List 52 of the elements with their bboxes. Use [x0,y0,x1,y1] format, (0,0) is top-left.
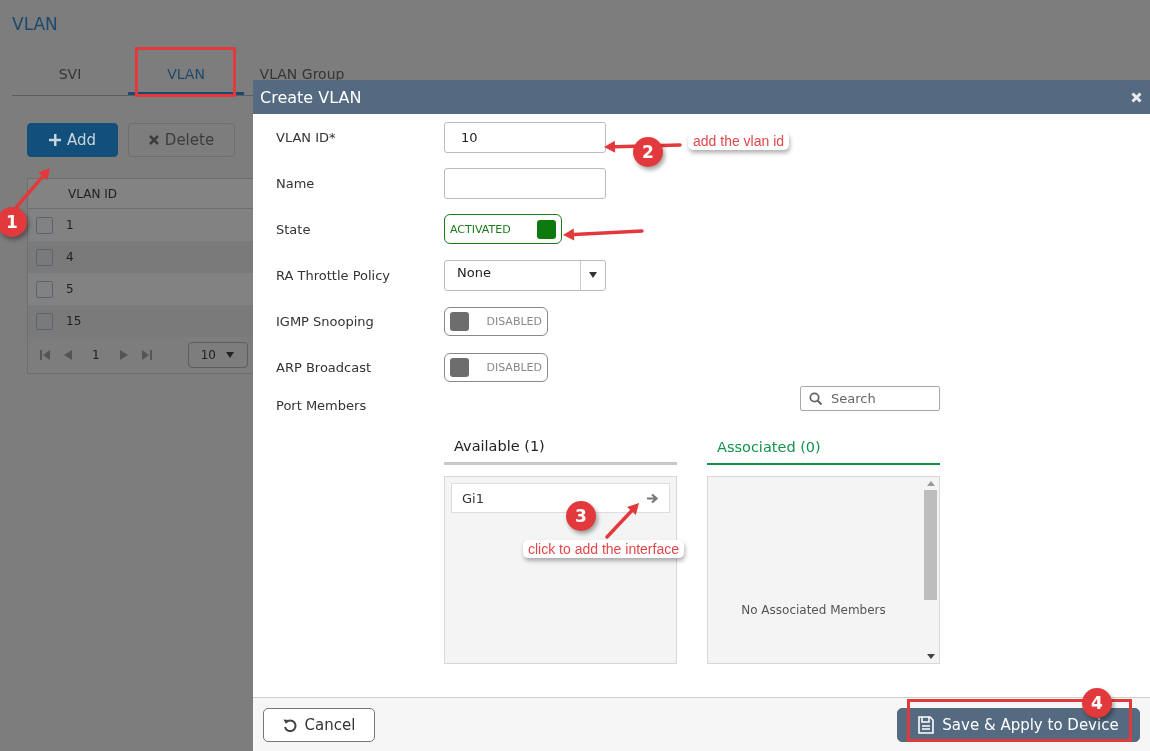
scroll-up-icon[interactable] [926,481,935,486]
arrow-right-icon[interactable] [647,492,659,504]
toggle-switch[interactable]: ACTIVATED [444,214,562,244]
table-cell: 5 [66,282,74,296]
close-icon [148,135,159,145]
text-field[interactable] [444,167,606,199]
undo-icon [282,717,297,732]
select-field[interactable]: None [444,259,606,291]
annotation-note: click to add the interface [523,540,684,558]
row-checkbox[interactable] [36,280,53,298]
add-button[interactable]: Add [27,123,118,157]
next-page-icon[interactable] [119,350,128,360]
toggle-switch[interactable]: DISABLED [444,306,548,336]
first-page-icon[interactable] [40,350,50,360]
field-label: RA Throttle Policy [276,267,392,283]
save-icon [918,715,935,734]
page-size-select[interactable]: 10 [187,342,248,368]
annotation-note: add the vlan id [688,132,790,150]
table-cell: 15 [66,314,82,328]
table-cell: 4 [66,250,74,264]
column-header: VLAN ID [67,186,117,201]
text-field[interactable]: 10 [444,121,606,153]
list-tab[interactable]: Available (1) [444,430,677,465]
prev-page-icon[interactable] [64,350,72,360]
field-label: State [276,221,312,237]
list-tab[interactable]: Associated (0) [707,430,940,465]
empty-message: No Associated Members [740,603,887,617]
plus-icon [48,134,61,146]
scroll-down-icon[interactable] [926,654,935,659]
table-cell: 1 [66,218,74,232]
toggle-switch[interactable]: DISABLED [444,352,548,382]
caret-icon [589,272,597,278]
field-label: ARP Broadcast [276,359,373,375]
row-checkbox[interactable] [36,216,53,234]
field-label: Port Members [276,398,368,413]
close-icon[interactable] [1131,91,1142,103]
field-label: IGMP Snooping [276,313,375,329]
search-field[interactable]: Search [800,386,940,411]
scrollbar[interactable] [924,481,937,659]
field-label: Name [276,175,316,191]
search-icon [809,392,822,405]
row-checkbox[interactable] [36,248,53,266]
last-page-icon[interactable] [141,350,152,360]
field-label: VLAN ID* [276,129,337,145]
tab[interactable]: SVI [12,66,128,95]
cancel-button[interactable]: Cancel [263,707,375,742]
caret-icon [225,352,234,358]
row-checkbox[interactable] [36,312,53,330]
page-number: 1 [91,348,101,362]
page-title: VLAN [12,14,59,36]
step-badge: 1 [0,207,27,237]
dialog-title: Create VLAN [260,87,362,107]
